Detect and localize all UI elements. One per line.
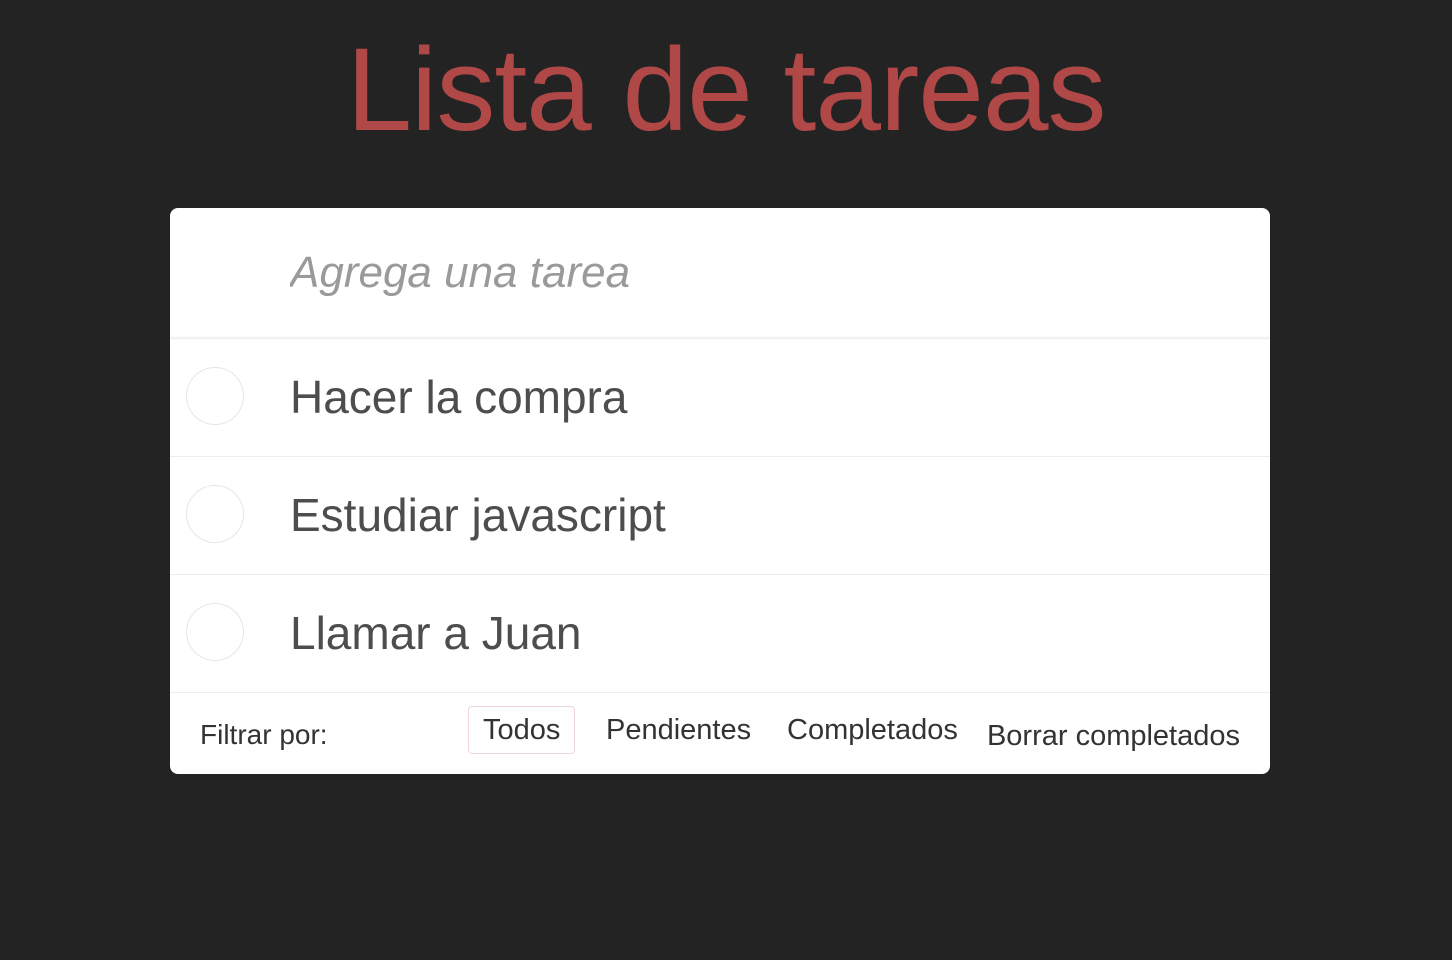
new-todo-input[interactable] [290, 240, 1230, 306]
new-todo-row [170, 208, 1270, 339]
page-title: Lista de tareas [346, 24, 1106, 156]
filter-pending-button[interactable]: Pendientes [591, 706, 766, 754]
filter-completed-button[interactable]: Completados [772, 706, 973, 754]
todo-label[interactable]: Llamar a Juan [290, 605, 582, 661]
list-item: Hacer la compra [170, 339, 1270, 457]
todo-label[interactable]: Hacer la compra [290, 369, 627, 425]
todo-card: Hacer la compra Estudiar javascript Llam… [170, 208, 1270, 774]
list-item: Estudiar javascript [170, 457, 1270, 575]
footer: Filtrar por: Todos Pendientes Completado… [170, 693, 1270, 774]
todo-toggle-checkbox[interactable] [186, 603, 244, 661]
todo-toggle-checkbox[interactable] [186, 367, 244, 425]
filter-label: Filtrar por: [200, 719, 328, 750]
todo-list: Hacer la compra Estudiar javascript Llam… [170, 339, 1270, 693]
todo-label[interactable]: Estudiar javascript [290, 487, 666, 543]
filter-all-button[interactable]: Todos [468, 706, 576, 754]
clear-completed-button[interactable]: Borrar completados [987, 719, 1240, 753]
list-item: Llamar a Juan [170, 575, 1270, 693]
todo-toggle-checkbox[interactable] [186, 485, 244, 543]
